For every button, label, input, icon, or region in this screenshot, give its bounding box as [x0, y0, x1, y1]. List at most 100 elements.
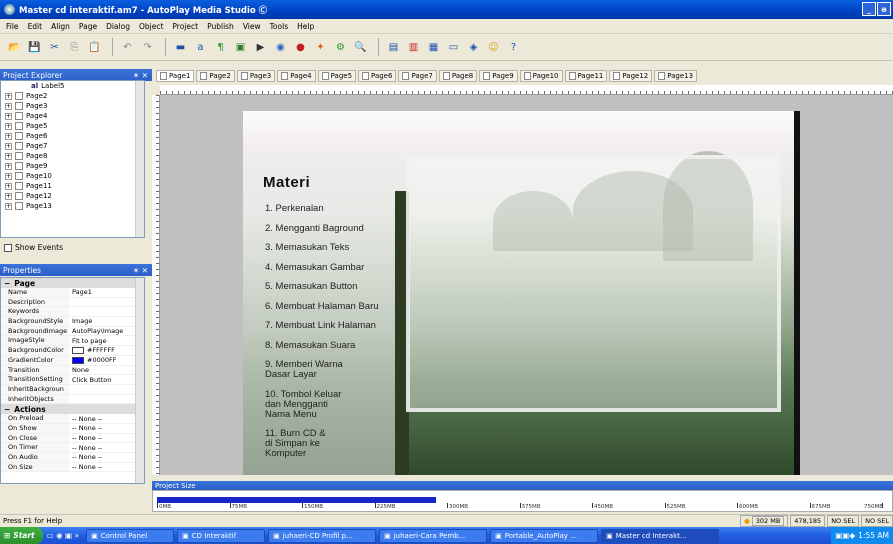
menu-file[interactable]: File	[6, 22, 19, 31]
action-row[interactable]: On Timer -- None --	[1, 443, 144, 453]
show-events-checkbox[interactable]: Show Events	[4, 243, 63, 252]
page-icon[interactable]: ▤	[385, 39, 402, 56]
open-icon[interactable]: 📂	[6, 39, 23, 56]
menu-project[interactable]: Project	[172, 22, 198, 31]
property-value[interactable]: AutoPlay\Image	[69, 327, 123, 336]
tab-page12[interactable]: Page12	[609, 70, 653, 82]
tree-item-page3[interactable]: + Page3	[1, 101, 144, 111]
materi-item[interactable]: 11. Burn CD & di Simpan ke Komputer	[265, 429, 327, 459]
expand-icon[interactable]: +	[5, 132, 12, 140]
action-row[interactable]: On Preload -- None --	[1, 414, 144, 424]
tab-page4[interactable]: Page4	[277, 70, 316, 82]
tab-page10[interactable]: Page10	[519, 70, 563, 82]
properties-scrollbar[interactable]	[135, 278, 144, 483]
expand-icon[interactable]: +	[5, 112, 12, 120]
property-row[interactable]: BackgroundStyle Image	[1, 317, 144, 327]
menu-tools[interactable]: Tools	[270, 22, 288, 31]
action-row[interactable]: On Show -- None --	[1, 423, 144, 434]
expand-icon[interactable]: +	[5, 182, 12, 190]
tab-page11[interactable]: Page11	[564, 70, 608, 82]
tree-item-page4[interactable]: + Page4	[1, 111, 144, 121]
quicklaunch-icons[interactable]: ▭ ◉ ▣ »	[47, 531, 79, 540]
property-row[interactable]: Name Page1	[1, 288, 144, 298]
paragraph-icon[interactable]: ¶	[212, 39, 229, 56]
preview-icon[interactable]: ▭	[445, 39, 462, 56]
label-icon[interactable]: a	[192, 39, 209, 56]
button-icon[interactable]: ▬	[172, 39, 189, 56]
materi-item[interactable]: 4. Memasukan Gambar	[265, 262, 415, 273]
menu-object[interactable]: Object	[139, 22, 163, 31]
flash-icon[interactable]: ●	[292, 39, 309, 56]
property-value[interactable]: #0000FF	[69, 356, 116, 365]
property-row[interactable]: BackgroundColor #FFFFFF	[1, 346, 144, 356]
plugin-icon[interactable]: ⚙	[332, 39, 349, 56]
taskbar-item[interactable]: ▣ juhaeri-Cara Pemb...	[379, 528, 488, 543]
action-value[interactable]: -- None --	[69, 443, 102, 452]
menu-publish[interactable]: Publish	[207, 22, 234, 31]
property-value[interactable]: #FFFFFF	[69, 346, 115, 355]
property-value[interactable]	[69, 298, 72, 307]
expand-icon[interactable]: +	[5, 192, 12, 200]
tab-page9[interactable]: Page9	[479, 70, 518, 82]
copy-icon[interactable]: ⎘	[66, 39, 83, 56]
property-row[interactable]: Description	[1, 297, 144, 308]
materi-heading[interactable]: Materi	[263, 174, 310, 191]
property-row[interactable]: InheritBackgroun	[1, 384, 144, 395]
help-icon[interactable]: ?	[505, 39, 522, 56]
content-frame[interactable]	[406, 155, 781, 412]
taskbar-item[interactable]: ▣ Control Panel	[86, 528, 175, 543]
property-row[interactable]: GradientColor #0000FF	[1, 355, 144, 366]
start-button[interactable]: ⊞ Start	[0, 527, 43, 544]
tab-page6[interactable]: Page6	[358, 70, 397, 82]
materi-item[interactable]: 6. Membuat Halaman Baru	[265, 301, 415, 312]
menu-align[interactable]: Align	[51, 22, 70, 31]
video-icon[interactable]: ▶	[252, 39, 269, 56]
tab-page8[interactable]: Page8	[438, 70, 478, 82]
materi-item[interactable]: 7. Membuat Link Halaman	[265, 321, 415, 331]
menu-help[interactable]: Help	[297, 22, 314, 31]
tree-item-page13[interactable]: + Page13	[1, 201, 144, 211]
color-swatch[interactable]	[72, 356, 84, 364]
action-value[interactable]: -- None --	[69, 434, 102, 443]
tree-label-row[interactable]: al Label5	[1, 81, 144, 91]
materi-item[interactable]: 1. Perkenalan	[265, 204, 415, 214]
tree-item-page8[interactable]: + Page8	[1, 151, 144, 161]
save-icon[interactable]: 💾	[26, 39, 43, 56]
menu-view[interactable]: View	[243, 22, 261, 31]
panel-close-icon[interactable]: ✶ ✕	[133, 266, 148, 275]
undo-icon[interactable]: ↶	[119, 39, 136, 56]
tree-item-page6[interactable]: + Page6	[1, 131, 144, 141]
web-icon[interactable]: ◉	[272, 39, 289, 56]
materi-item[interactable]: 2. Mengganti Baground	[265, 223, 415, 234]
taskbar-item[interactable]: ▣ juhaeri-CD Profil p...	[268, 528, 377, 543]
tree-item-page7[interactable]: + Page7	[1, 141, 144, 151]
property-value[interactable]: Fit to page	[69, 336, 107, 345]
paste-icon[interactable]: 📋	[86, 39, 103, 56]
tree-item-page5[interactable]: + Page5	[1, 121, 144, 131]
property-row[interactable]: BackgroundImage AutoPlay\Image	[1, 326, 144, 337]
tree-scrollbar[interactable]	[135, 81, 144, 237]
expand-icon[interactable]: +	[5, 142, 12, 150]
property-row[interactable]: Transition None	[1, 365, 144, 376]
taskbar-item[interactable]: ▣ Master cd Interakt...	[601, 528, 720, 543]
property-row[interactable]: ImageStyle Fit to page	[1, 336, 144, 347]
materi-item[interactable]: 9. Memberi Warna Dasar Layar	[265, 360, 349, 380]
xbutton-icon[interactable]: ✦	[312, 39, 329, 56]
property-value[interactable]: Image	[69, 317, 92, 326]
action-value[interactable]: -- None --	[69, 463, 102, 472]
image-icon[interactable]: ▣	[232, 39, 249, 56]
properties-icon[interactable]: ▦	[425, 39, 442, 56]
global-icon[interactable]: ◈	[465, 39, 482, 56]
action-row[interactable]: On Size -- None --	[1, 462, 144, 473]
property-value[interactable]	[69, 307, 72, 316]
section-actions[interactable]: − Actions	[1, 404, 144, 415]
color-swatch[interactable]	[72, 346, 84, 354]
action-value[interactable]: -- None --	[69, 414, 102, 423]
expand-icon[interactable]: +	[5, 162, 12, 170]
menu-page[interactable]: Page	[79, 22, 97, 31]
taskbar-item[interactable]: ▣ Portable_AutoPlay ...	[490, 528, 599, 543]
tree-item-page2[interactable]: + Page2	[1, 91, 144, 101]
tab-page3[interactable]: Page3	[236, 70, 276, 82]
property-row[interactable]: Keywords	[1, 307, 144, 318]
tray-icons[interactable]: ▣▣◆	[835, 531, 855, 540]
